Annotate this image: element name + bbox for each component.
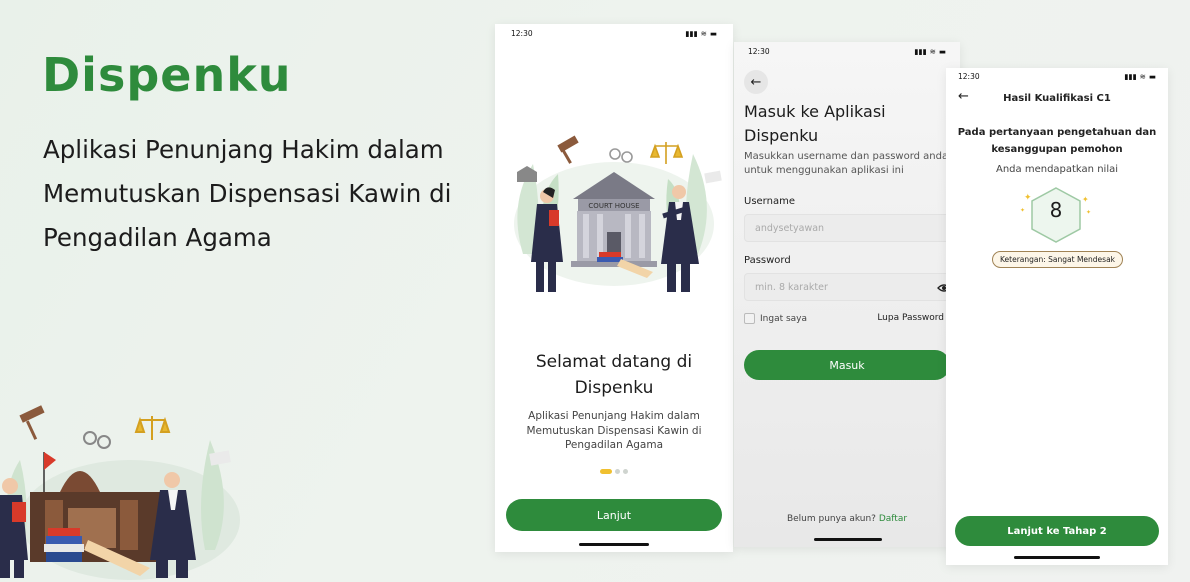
login-title: Masuk ke Aplikasi Dispenku [744, 102, 886, 145]
page-dot-active [600, 469, 612, 474]
welcome-description: Aplikasi Penunjang Hakim dalam Memutuska… [526, 410, 702, 451]
battery-icon: ▬ [938, 46, 946, 56]
home-indicator [1014, 556, 1100, 559]
result-screen: 12:30 ▮▮▮ ≋ ▬ ← Hasil Kualifikasi C1 Pad… [946, 68, 1168, 565]
back-button[interactable]: ← [744, 70, 768, 94]
status-time: 12:30 [958, 71, 980, 81]
wifi-icon: ≋ [929, 46, 936, 56]
signup-prompt: Belum punya akun? Daftar [734, 514, 960, 524]
onboarding-screen: 12:30 ▮▮▮ ≋ ▬ COURT HOUSE Selamat datang… [495, 24, 733, 552]
login-subtitle: Masukkan username dan password anda untu… [744, 151, 949, 176]
arrow-left-icon: ← [750, 74, 762, 90]
home-indicator [579, 543, 649, 546]
signal-icon: ▮▮▮ [685, 28, 698, 38]
signup-text: Belum punya akun? [786, 514, 876, 524]
home-indicator [814, 538, 882, 541]
wifi-icon: ≋ [1139, 71, 1146, 81]
signal-icon: ▮▮▮ [1124, 71, 1137, 81]
password-label: Password [744, 255, 791, 266]
status-badge: Keterangan: Sangat Mendesak [992, 251, 1124, 268]
username-placeholder: andysetyawan [755, 222, 825, 234]
page-dot [623, 469, 628, 474]
remember-me[interactable]: Ingat saya [744, 313, 807, 324]
court-illustration [0, 405, 240, 580]
building-sign: COURT HOUSE [588, 202, 639, 210]
result-header: Hasil Kualifikasi C1 [1003, 93, 1111, 104]
page-indicator [495, 469, 733, 474]
result-question: Pada pertanyaan pengetahuan dan kesanggu… [957, 127, 1157, 155]
remember-label: Ingat saya [760, 313, 808, 324]
status-bar: 12:30 ▮▮▮ ≋ ▬ [946, 68, 1168, 84]
page-dot [615, 469, 620, 474]
remember-checkbox[interactable] [744, 313, 755, 324]
next-button[interactable]: Lanjut [506, 499, 722, 531]
score-value: 8 [1049, 198, 1063, 222]
brand-logo: Dispenku [42, 48, 292, 102]
wifi-icon: ≋ [700, 28, 707, 38]
status-time: 12:30 [511, 28, 533, 38]
status-bar: 12:30 ▮▮▮ ≋ ▬ [495, 24, 733, 42]
forgot-password-link[interactable]: Lupa Password [877, 313, 944, 323]
password-input[interactable]: min. 8 karakter [744, 273, 960, 301]
login-screen: 12:30 ▮▮▮ ≋ ▬ ← Masuk ke Aplikasi Dispen… [734, 42, 960, 547]
username-label: Username [744, 196, 795, 207]
welcome-title: Selamat datang di Dispenku [535, 352, 693, 398]
status-bar: 12:30 ▮▮▮ ≋ ▬ [734, 42, 960, 60]
signup-link[interactable]: Daftar [879, 514, 907, 524]
next-stage-button[interactable]: Lanjut ke Tahap 2 [955, 516, 1159, 546]
signal-icon: ▮▮▮ [914, 46, 927, 56]
score-label: Anda mendapatkan nilai [996, 164, 1118, 175]
tagline: Aplikasi Penunjang Hakim dalam Memutuska… [43, 135, 452, 252]
status-time: 12:30 [748, 46, 770, 56]
courthouse-illustration: COURT HOUSE [514, 135, 722, 292]
password-placeholder: min. 8 karakter [755, 281, 828, 293]
login-button[interactable]: Masuk [744, 350, 950, 380]
battery-icon: ▬ [709, 28, 717, 38]
username-input[interactable]: andysetyawan [744, 214, 960, 242]
battery-icon: ▬ [1148, 71, 1156, 81]
